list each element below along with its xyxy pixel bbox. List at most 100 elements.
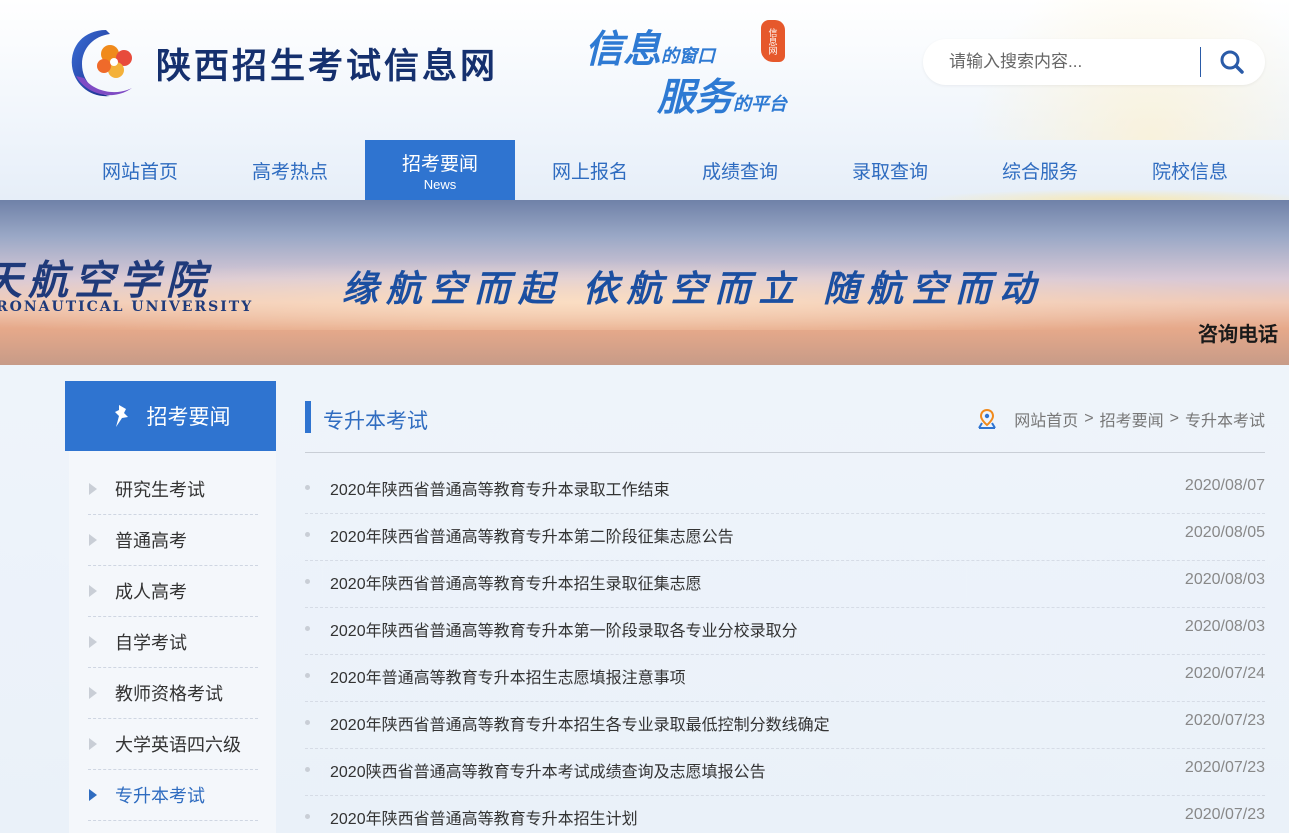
- news-date: 2020/07/24: [1184, 665, 1265, 682]
- nav-item-label: 高考热点: [251, 161, 328, 183]
- banner-motto: 缘航空而起 依航空而立 随航空而动: [342, 268, 1044, 310]
- slogan-line-2-small: 的平台: [733, 94, 788, 115]
- bullet-icon: [305, 767, 310, 772]
- promo-banner[interactable]: 天航空学院 RONAUTICAL UNIVERSITY 缘航空而起 依航空而立 …: [0, 200, 1289, 365]
- sidebar-menu: 研究生考试 普通高考 成人高考 自学考试 教师资格考试 大学英语四六级 专升本考…: [69, 451, 276, 833]
- banner-hotline: 咨询电话: [1198, 324, 1278, 346]
- breadcrumb-home[interactable]: 网站首页: [1014, 407, 1078, 431]
- nav-item-home[interactable]: 网站首页: [65, 140, 215, 200]
- news-item[interactable]: 2020年陕西省普通高等教育专升本录取工作结束 2020/08/07: [305, 467, 1265, 514]
- nav-item-admission-query[interactable]: 录取查询: [815, 140, 965, 200]
- bullet-icon: [305, 673, 310, 678]
- arrow-right-icon: [89, 738, 97, 750]
- search-divider: [1200, 47, 1201, 77]
- slogan-line-2-big: 服务: [657, 74, 734, 119]
- bullet-icon: [305, 814, 310, 819]
- news-title[interactable]: 2020年普通高等教育专升本招生志愿填报注意事项: [330, 664, 686, 688]
- search-box: [923, 39, 1265, 85]
- nav-item-online-registration[interactable]: 网上报名: [515, 140, 665, 200]
- site-logo[interactable]: 陕西招生考试信息网: [66, 24, 498, 102]
- site-title: 陕西招生考试信息网: [156, 45, 499, 87]
- slogan-seal: 信息网: [761, 20, 785, 62]
- sidebar-item-label: 大学英语四六级: [115, 735, 241, 755]
- sidebar-item-label: 自学考试: [115, 633, 187, 653]
- sidebar-item-teacher-cert[interactable]: 教师资格考试: [88, 668, 258, 719]
- news-item[interactable]: 2020年陕西省普通高等教育专升本招生录取征集志愿 2020/08/03: [305, 561, 1265, 608]
- news-item[interactable]: 2020年陕西省普通高等教育专升本招生各专业录取最低控制分数线确定 2020/0…: [305, 702, 1265, 749]
- news-item[interactable]: 2020年陕西省普通高等教育专升本第一阶段录取各专业分校录取分 2020/08/…: [305, 608, 1265, 655]
- main-content: 专升本考试 网站首页 > 招考要闻 > 专升本考试 2020年陕西省普通高等教育…: [305, 381, 1265, 833]
- breadcrumb-separator: >: [1084, 410, 1094, 427]
- nav-item-sublabel: News: [423, 176, 457, 192]
- search-icon: [1220, 50, 1244, 74]
- slogan-line-1-big: 信息: [585, 26, 662, 71]
- section-title: 专升本考试: [323, 410, 428, 433]
- bullet-icon: [305, 720, 310, 725]
- search-button[interactable]: [1213, 47, 1253, 77]
- news-title[interactable]: 2020年陕西省普通高等教育专升本招生录取征集志愿: [330, 570, 702, 594]
- sidebar-item-label: 专升本考试: [115, 786, 205, 806]
- banner-school-name: 天航空学院: [0, 257, 212, 304]
- bullet-icon: [305, 485, 310, 490]
- sidebar-header: 招考要闻: [65, 381, 276, 451]
- news-item[interactable]: 2020年陕西省普通高等教育专升本第二阶段征集志愿公告 2020/08/05: [305, 514, 1265, 561]
- news-title[interactable]: 2020年陕西省普通高等教育专升本招生各专业录取最低控制分数线确定: [330, 711, 830, 735]
- slogan-graphic: 信息的窗口 信息网 服务的平台: [585, 14, 825, 119]
- search-input[interactable]: [949, 49, 1199, 75]
- news-date: 2020/08/05: [1184, 524, 1265, 541]
- nav-item-label: 网站首页: [101, 161, 178, 183]
- sidebar-item-postgraduate[interactable]: 研究生考试: [88, 464, 258, 515]
- nav-item-label: 录取查询: [851, 161, 928, 183]
- news-item[interactable]: 2020陕西省普通高等教育专升本考试成绩查询及志愿填报公告 2020/07/23: [305, 749, 1265, 796]
- news-title[interactable]: 2020年陕西省普通高等教育专升本录取工作结束: [330, 476, 670, 500]
- site-header: 陕西招生考试信息网 信息的窗口 信息网 服务的平台: [0, 0, 1289, 140]
- nav-item-label: 综合服务: [1001, 161, 1078, 183]
- slogan-line-1: 信息的窗口: [585, 18, 715, 73]
- sidebar-item-upgrade-exam[interactable]: 专升本考试: [88, 770, 258, 821]
- nav-item-services[interactable]: 综合服务: [965, 140, 1115, 200]
- sidebar-item-cet[interactable]: 大学英语四六级: [88, 719, 258, 770]
- sidebar: 招考要闻 研究生考试 普通高考 成人高考 自学考试 教师资格考试 大学英语四六级: [65, 381, 276, 833]
- nav-item-gaokao-hot[interactable]: 高考热点: [215, 140, 365, 200]
- news-title[interactable]: 2020陕西省普通高等教育专升本考试成绩查询及志愿填报公告: [330, 758, 766, 782]
- sidebar-item-label: 研究生考试: [115, 480, 205, 500]
- nav-item-news[interactable]: 招考要闻 News: [365, 140, 515, 200]
- news-item[interactable]: 2020年普通高等教育专升本招生志愿填报注意事项 2020/07/24: [305, 655, 1265, 702]
- breadcrumb: 网站首页 > 招考要闻 > 专升本考试: [976, 407, 1265, 431]
- breadcrumb-separator: >: [1169, 410, 1179, 427]
- arrow-right-icon: [89, 483, 97, 495]
- sidebar-item-gaokao[interactable]: 普通高考: [88, 515, 258, 566]
- nav-item-label: 成绩查询: [701, 161, 778, 183]
- nav-item-label: 招考要闻: [401, 153, 478, 175]
- location-pin-icon: [978, 408, 997, 429]
- news-date: 2020/07/23: [1184, 712, 1265, 729]
- sidebar-item-adult-exam[interactable]: 成人高考: [88, 566, 258, 617]
- arrow-right-icon: [89, 534, 97, 546]
- sidebar-item-label: 教师资格考试: [115, 684, 223, 704]
- news-title[interactable]: 2020年陕西省普通高等教育专升本第一阶段录取各专业分校录取分: [330, 617, 798, 641]
- arrow-right-icon: [89, 687, 97, 699]
- slogan-line-1-small: 的窗口: [661, 46, 716, 67]
- news-title[interactable]: 2020年陕西省普通高等教育专升本招生计划: [330, 805, 638, 829]
- breadcrumb-current[interactable]: 专升本考试: [1185, 407, 1265, 431]
- sidebar-item-self-study[interactable]: 自学考试: [88, 617, 258, 668]
- breadcrumb-news[interactable]: 招考要闻: [1100, 407, 1164, 431]
- news-date: 2020/08/03: [1184, 571, 1265, 588]
- main-nav: 网站首页 高考热点 招考要闻 News 网上报名 成绩查询 录取查询 综合服务 …: [0, 140, 1289, 200]
- news-item[interactable]: 2020年陕西省普通高等教育专升本招生计划 2020/07/23: [305, 796, 1265, 833]
- bullet-icon: [305, 579, 310, 584]
- news-title[interactable]: 2020年陕西省普通高等教育专升本第二阶段征集志愿公告: [330, 523, 734, 547]
- nav-item-label: 院校信息: [1151, 161, 1228, 183]
- sidebar-item-label: 普通高考: [115, 531, 187, 551]
- news-date: 2020/08/07: [1184, 477, 1265, 494]
- sidebar-title: 招考要闻: [146, 406, 231, 429]
- nav-item-colleges[interactable]: 院校信息: [1115, 140, 1265, 200]
- news-list: 2020年陕西省普通高等教育专升本录取工作结束 2020/08/07 2020年…: [305, 467, 1265, 833]
- nav-item-score-query[interactable]: 成绩查询: [665, 140, 815, 200]
- bullet-icon: [305, 626, 310, 631]
- news-date: 2020/07/23: [1184, 759, 1265, 776]
- arrow-right-icon: [89, 585, 97, 597]
- slogan-line-2: 服务的平台: [657, 66, 787, 121]
- logo-emblem-icon: [66, 24, 144, 102]
- bullet-icon: [305, 532, 310, 537]
